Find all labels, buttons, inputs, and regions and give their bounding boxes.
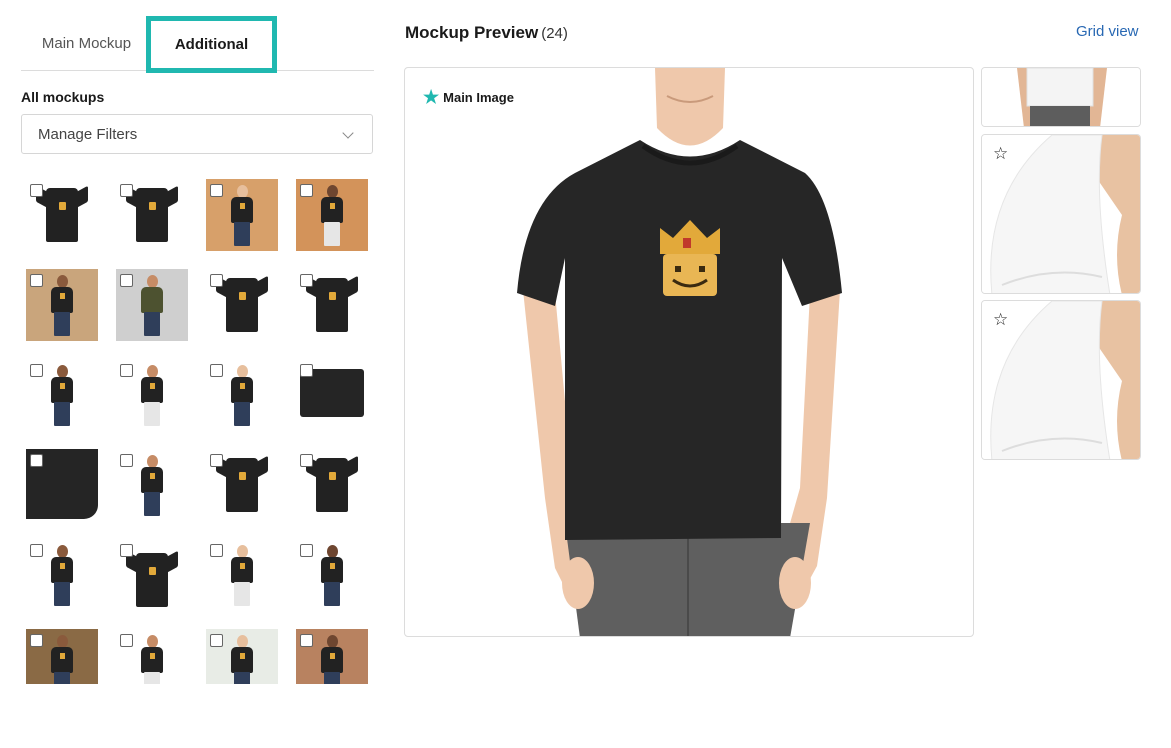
mockup-thumbnail[interactable]	[116, 359, 188, 431]
model-image	[47, 365, 77, 431]
mockup-thumbnail[interactable]	[26, 449, 98, 521]
thumbnail-checkbox[interactable]	[300, 184, 313, 197]
mockup-thumbnail[interactable]	[206, 629, 278, 684]
model-image	[47, 545, 77, 611]
thumbnail-checkbox[interactable]	[120, 274, 133, 287]
preview-count: (24)	[541, 25, 568, 42]
mockup-thumbnail[interactable]	[26, 179, 98, 251]
main-image-card[interactable]: ★ Main Image	[404, 67, 974, 637]
grid-view-link[interactable]: Grid view	[1076, 23, 1139, 40]
chevron-down-icon	[342, 127, 354, 139]
thumbnail-checkbox[interactable]	[300, 634, 313, 647]
thumbnail-checkbox[interactable]	[30, 184, 43, 197]
thumbnail-checkbox[interactable]	[210, 634, 223, 647]
mockup-thumbnail[interactable]	[206, 539, 278, 611]
mockup-thumbnail[interactable]	[26, 629, 98, 684]
all-mockups-heading: All mockups	[21, 89, 105, 105]
mockup-thumbnail[interactable]	[296, 179, 368, 251]
model-image	[227, 365, 257, 431]
mockup-tabs: Main Mockup Additional	[21, 16, 374, 73]
filled-star-icon: ★	[423, 87, 440, 107]
main-image-label: ★ Main Image	[423, 88, 514, 106]
side-mockup-card[interactable]: ☆	[981, 134, 1141, 294]
thumbnail-checkbox[interactable]	[300, 544, 313, 557]
thumbnail-checkbox[interactable]	[120, 454, 133, 467]
tab-additional[interactable]: Additional	[146, 16, 277, 73]
mockup-thumbnail[interactable]	[296, 539, 368, 611]
mockup-thumbnail[interactable]	[296, 449, 368, 521]
model-image	[47, 635, 77, 684]
thumbnail-checkbox[interactable]	[210, 544, 223, 557]
model-image	[137, 455, 167, 521]
mockup-thumbnail[interactable]	[116, 629, 188, 684]
main-image-text: Main Image	[443, 89, 514, 105]
model-image	[137, 275, 167, 341]
thumbnail-checkbox[interactable]	[300, 364, 313, 377]
thumbnail-checkbox[interactable]	[30, 274, 43, 287]
thumbnail-checkbox[interactable]	[30, 454, 43, 467]
manage-filters-select[interactable]: Manage Filters	[21, 114, 373, 154]
tab-main-mockup[interactable]: Main Mockup	[29, 16, 144, 70]
thumbnail-checkbox[interactable]	[120, 364, 133, 377]
mockup-thumbnail[interactable]	[116, 269, 188, 341]
model-image	[227, 185, 257, 251]
thumbnail-checkbox[interactable]	[210, 454, 223, 467]
thumbnail-checkbox[interactable]	[120, 634, 133, 647]
mockup-thumbnail[interactable]	[206, 359, 278, 431]
side-mockup-card[interactable]	[981, 67, 1141, 127]
model-image	[227, 635, 257, 684]
thumbnail-checkbox[interactable]	[210, 184, 223, 197]
model-image	[317, 545, 347, 611]
shirt-image	[124, 550, 180, 607]
mockup-thumbnail[interactable]	[296, 269, 368, 341]
mockup-thumbnail[interactable]	[26, 539, 98, 611]
mockup-thumbnail[interactable]	[296, 359, 368, 431]
mockup-thumbnail[interactable]	[26, 269, 98, 341]
preview-title-text: Mockup Preview	[405, 23, 539, 42]
thumbnail-checkbox[interactable]	[30, 634, 43, 647]
outline-star-icon[interactable]: ☆	[993, 145, 1008, 162]
model-image	[317, 185, 347, 251]
thumbnail-checkbox[interactable]	[30, 544, 43, 557]
mockup-thumbnail[interactable]	[206, 179, 278, 251]
mockup-thumbnail[interactable]	[116, 539, 188, 611]
mockup-thumbnail[interactable]	[26, 359, 98, 431]
mockup-thumbnail[interactable]	[296, 629, 368, 684]
thumbnail-checkbox[interactable]	[210, 274, 223, 287]
thumbnail-checkbox[interactable]	[120, 184, 133, 197]
mockup-thumbnail[interactable]	[116, 179, 188, 251]
side-mockup-image	[982, 68, 1140, 126]
model-image	[137, 365, 167, 431]
side-mockup-card[interactable]: ☆	[981, 300, 1141, 460]
manage-filters-label: Manage Filters	[38, 125, 138, 143]
outline-star-icon[interactable]: ☆	[993, 311, 1008, 328]
thumbnail-checkbox[interactable]	[210, 364, 223, 377]
model-image	[137, 635, 167, 684]
mockup-thumbnail-grid	[26, 179, 368, 684]
mockup-preview-title: Mockup Preview (24)	[405, 23, 568, 43]
thumbnail-checkbox[interactable]	[300, 274, 313, 287]
mockup-thumbnail[interactable]	[206, 449, 278, 521]
thumbnail-checkbox[interactable]	[120, 544, 133, 557]
model-image	[227, 545, 257, 611]
thumbnail-checkbox[interactable]	[30, 364, 43, 377]
thumbnail-checkbox[interactable]	[300, 454, 313, 467]
model-image	[47, 275, 77, 341]
model-image	[317, 635, 347, 684]
mockup-thumbnail[interactable]	[206, 269, 278, 341]
main-mockup-image	[517, 68, 842, 636]
mockup-thumbnail[interactable]	[116, 449, 188, 521]
